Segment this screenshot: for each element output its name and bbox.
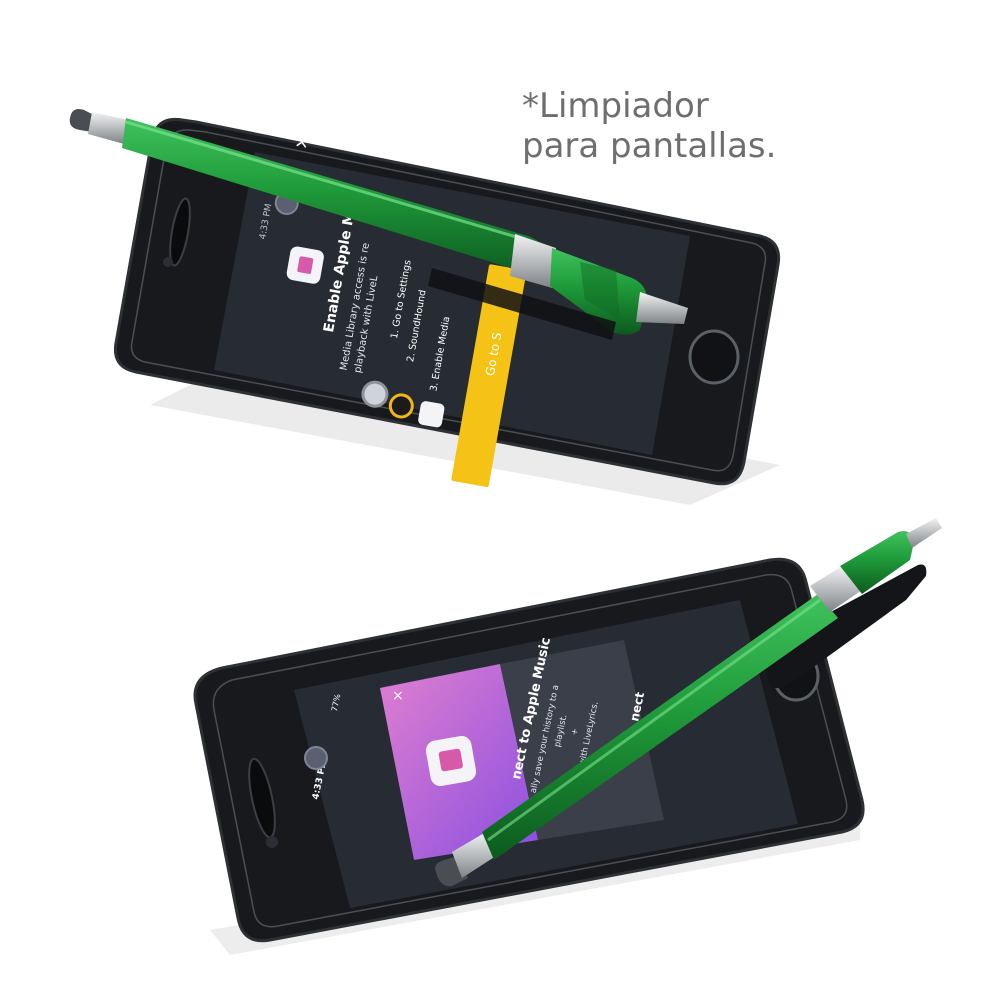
phone-top: 4:33 PM × Enable Apple Mu Media Library … — [69, 109, 781, 505]
phone-bottom-close[interactable]: × — [392, 688, 404, 704]
phone-top-close[interactable]: × — [290, 133, 313, 152]
phone-bottom: 4:33 PM 77% × nect to Apple Music ally s… — [193, 518, 942, 955]
phone-bottom-avatar-icon — [304, 746, 328, 770]
apple-music-small-icon — [418, 401, 445, 428]
phone-top-camera — [163, 257, 173, 267]
phone-bottom-camera — [266, 836, 278, 848]
product-photo: 4:33 PM × Enable Apple Mu Media Library … — [69, 109, 942, 955]
phone-top-home-button — [688, 329, 740, 385]
